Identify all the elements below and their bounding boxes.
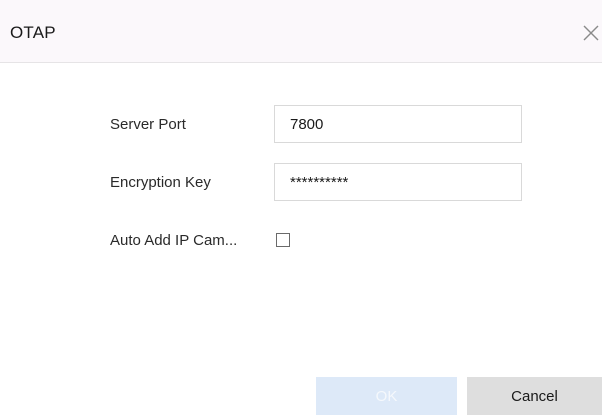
close-icon[interactable]	[580, 22, 602, 44]
auto-add-ip-camera-label: Auto Add IP Cam...	[110, 232, 238, 249]
cancel-button[interactable]: Cancel	[467, 377, 602, 415]
auto-add-ip-camera-checkbox[interactable]	[276, 233, 290, 247]
ok-button[interactable]: OK	[316, 377, 457, 415]
close-icon-glyph	[583, 25, 599, 41]
encryption-key-label: Encryption Key	[110, 174, 211, 191]
server-port-input[interactable]	[274, 105, 522, 143]
server-port-label: Server Port	[110, 116, 186, 133]
dialog-title: OTAP	[10, 23, 56, 42]
dialog-header: OTAP	[0, 0, 602, 63]
otap-dialog: OTAP Server Port Encryption Key Auto Add…	[0, 0, 602, 415]
encryption-key-input[interactable]	[274, 163, 522, 201]
